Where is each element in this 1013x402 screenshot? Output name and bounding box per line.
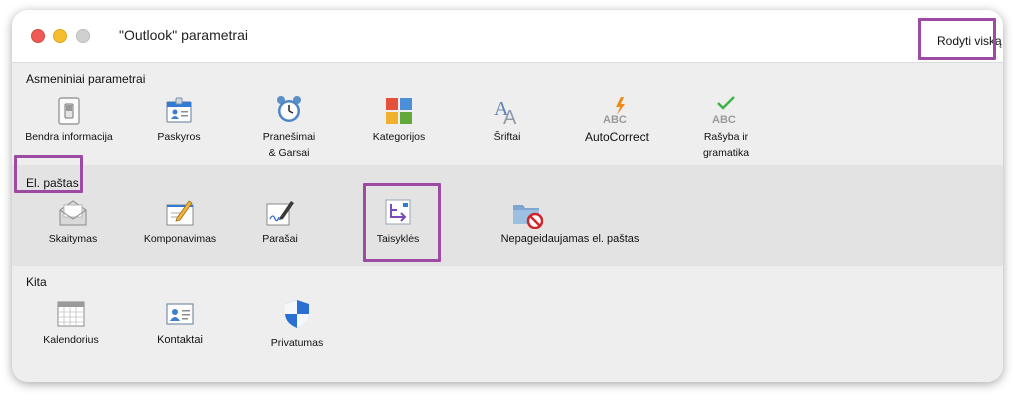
section-title-other: Kita (26, 275, 47, 289)
svg-text:A: A (503, 107, 517, 127)
signature-icon (266, 201, 294, 226)
title-bar: "Outlook" parametrai Rodyti viską (12, 10, 1003, 63)
pref-contacts-label: Kontaktai (157, 334, 203, 346)
calendar-icon (57, 301, 85, 327)
pref-privacy[interactable]: Privatumas (232, 296, 362, 366)
pref-junk-mail[interactable]: Nepageidaujamas el. paštas (490, 195, 650, 261)
close-button[interactable] (31, 29, 45, 43)
spelling-check-icon: ABC (712, 96, 736, 126)
pref-spelling-label: Rašyba ir gramatika (702, 131, 750, 159)
envelope-icon (59, 200, 87, 226)
junk-folder-icon (513, 205, 543, 229)
window-title: "Outlook" parametrai (119, 27, 248, 43)
light-switch-icon (58, 97, 80, 125)
svg-text:ABC: ABC (712, 114, 736, 126)
alarm-clock-icon (277, 96, 301, 122)
pref-contacts[interactable]: Kontaktai (115, 296, 245, 366)
pref-signatures-label: Parašai (262, 233, 298, 245)
minimize-button[interactable] (53, 29, 67, 43)
maximize-button[interactable] (76, 29, 90, 43)
privacy-shield-icon (285, 300, 309, 328)
pref-junk-mail-label: Nepageidaujamas el. paštas (500, 233, 640, 245)
autocorrect-icon: ABC (603, 97, 627, 126)
pref-signatures[interactable]: Parašai (215, 195, 345, 261)
svg-text:ABC: ABC (603, 114, 627, 126)
accounts-card-icon (166, 97, 192, 123)
mail-section-highlight (14, 155, 83, 193)
contacts-card-icon (166, 303, 194, 325)
pref-spelling[interactable]: ABC Rašyba ir gramatika (661, 93, 791, 163)
other-section: Kita Kalendorius Kontaktai Privatumas (12, 266, 1003, 382)
pref-privacy-label: Privatumas (270, 337, 324, 349)
categories-squares-icon (386, 98, 412, 124)
show-all-highlight (918, 18, 996, 60)
section-title-personal: Asmeniniai parametrai (26, 72, 146, 86)
compose-icon (166, 200, 194, 226)
mail-section: El. paštas Skaitymas Komponavimas Paraša… (12, 165, 1003, 266)
personal-settings-section: Asmeniniai parametrai Bendra informacija… (12, 63, 1003, 165)
preferences-window: "Outlook" parametrai Rodyti viską Asmeni… (12, 10, 1003, 382)
rules-highlight (363, 183, 441, 262)
fonts-icon: A A (494, 98, 517, 127)
